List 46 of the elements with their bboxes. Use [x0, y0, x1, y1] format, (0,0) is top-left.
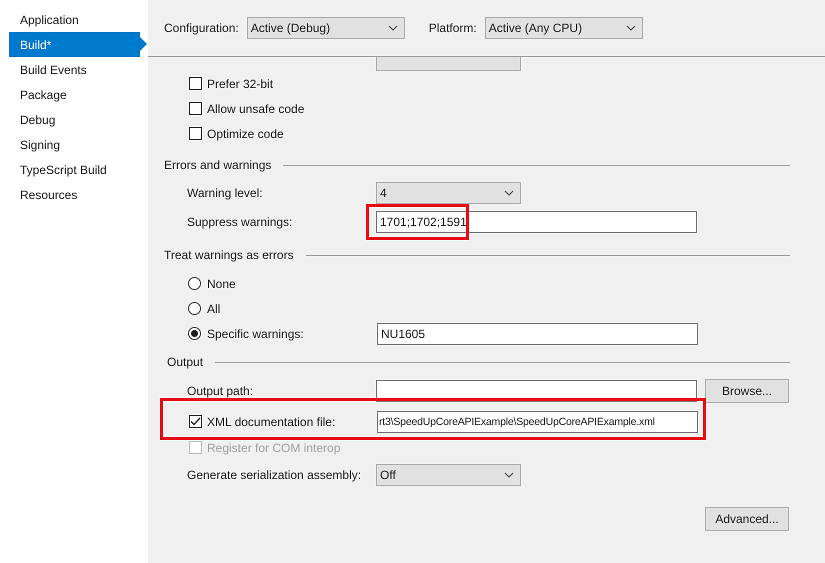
sidebar-item[interactable]: TypeScript Build [9, 157, 140, 182]
chevron-down-icon [504, 190, 514, 196]
chevron-down-icon [388, 25, 398, 31]
checkbox-label: Optimize code [207, 126, 284, 142]
sidebar-item[interactable]: Resources [9, 182, 140, 207]
section-header: Errors and warnings [164, 157, 272, 174]
input-field[interactable]: 1701;1702;1591 [376, 211, 697, 233]
dropdown[interactable]: Active (Debug) [246, 17, 405, 39]
radio-label: Specific warnings: [207, 326, 305, 342]
dropdown[interactable]: Active (Any CPU) [484, 17, 643, 39]
sidebar-item[interactable]: Application [9, 7, 140, 32]
configuration-label: Configuration: [164, 20, 239, 37]
advanced-button[interactable]: Advanced... [705, 507, 789, 531]
browse-button[interactable]: Browse... [705, 379, 789, 403]
checkbox[interactable] [189, 415, 202, 428]
checkbox-label: Prefer 32-bit [207, 76, 274, 92]
field-label: Generate serialization assembly: [187, 467, 362, 484]
sidebar-item[interactable]: Package [9, 82, 140, 107]
checkbox-label: XML documentation file: [207, 414, 336, 430]
checkbox-label: Register for COM interop [207, 440, 340, 456]
input-field[interactable]: rt3\SpeedUpCoreAPIExample\SpeedUpCoreAPIExample.xml [377, 410, 698, 432]
radio-button[interactable] [188, 302, 201, 315]
field-label: Output path: [187, 383, 254, 400]
field-label: Suppress warnings: [187, 214, 294, 231]
checkbox[interactable] [189, 127, 202, 140]
section-header: Output [167, 354, 204, 371]
checkbox[interactable] [189, 102, 202, 115]
radio-label: All [207, 300, 222, 318]
chevron-down-icon [504, 472, 514, 478]
selection-pointer-icon [140, 37, 147, 51]
radio-button[interactable] [188, 327, 201, 340]
sidebar-item[interactable]: Signing [9, 132, 140, 157]
input-field[interactable]: NU1605 [377, 322, 698, 344]
checkmark-icon [190, 417, 201, 426]
chevron-down-icon [626, 25, 636, 31]
sidebar-item[interactable]: Debug [9, 107, 140, 132]
field-label: Warning level: [187, 185, 264, 202]
radio-button[interactable] [188, 277, 201, 290]
radio-label: None [207, 276, 237, 292]
checkbox[interactable] [189, 77, 202, 90]
dropdown[interactable]: Off [376, 464, 521, 486]
platform-label: Platform: [428, 20, 477, 37]
sidebar-item[interactable]: Build Events [9, 57, 140, 82]
checkbox-label: Allow unsafe code [207, 100, 304, 118]
section-header: Treat warnings as errors [164, 247, 294, 264]
dropdown[interactable]: 4 [376, 182, 521, 204]
